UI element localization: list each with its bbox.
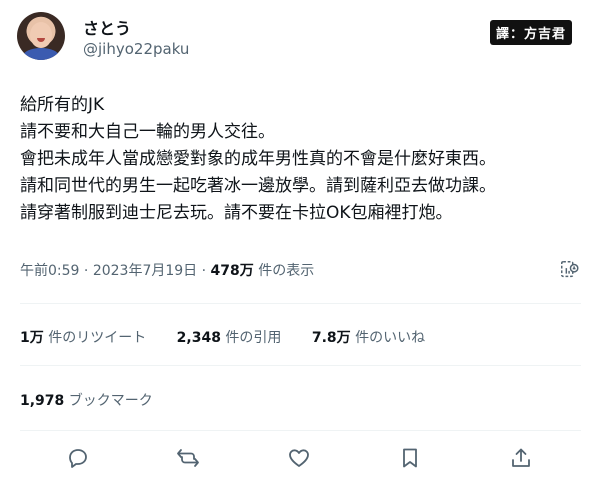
bookmark-label: ブックマーク <box>68 393 153 409</box>
share-icon[interactable] <box>507 444 535 472</box>
retweet-stat[interactable]: 1万 件のリツイート <box>20 330 146 346</box>
meta-separator: · <box>83 263 89 279</box>
tweet-meta: 午前0:59 · 2023年7月19日 · 478万 件の表示 <box>20 260 314 280</box>
analytics-icon[interactable] <box>559 259 581 281</box>
avatar-face <box>30 22 52 48</box>
retweet-label: 件のリツイート <box>48 330 147 346</box>
divider <box>20 365 581 366</box>
divider <box>20 303 581 304</box>
quote-count: 2,348 <box>176 330 221 346</box>
user-handle[interactable]: @jihyo22paku <box>83 40 189 58</box>
tweet-line: 給所有的JK <box>20 95 105 115</box>
retweet-icon[interactable] <box>174 444 202 472</box>
like-count: 7.8万 <box>311 330 351 346</box>
bookmark-stats[interactable]: 1,978 ブックマーク <box>20 390 153 410</box>
view-label: 件の表示 <box>258 263 315 279</box>
translator-badge: 譯：方吉君 <box>489 20 572 45</box>
reply-icon[interactable] <box>64 444 92 472</box>
bookmark-count: 1,978 <box>20 393 65 409</box>
meta-separator: · <box>201 263 207 279</box>
action-bar <box>0 444 598 476</box>
display-name[interactable]: さとう <box>83 15 131 39</box>
tweet-line: 請和同世代的男生一起吃著冰一邊放學。請到薩利亞去做功課。 <box>20 176 496 196</box>
tweet-line: 會把未成年人當成戀愛對象的成年男性真的不會是什麼好東西。 <box>20 149 496 169</box>
tweet-time[interactable]: 午前0:59 <box>20 263 79 279</box>
divider <box>20 430 581 431</box>
avatar[interactable] <box>17 12 65 60</box>
view-count: 478万 <box>210 263 254 279</box>
quote-label: 件の引用 <box>225 330 282 346</box>
tweet-date[interactable]: 2023年7月19日 <box>93 263 197 279</box>
engagement-stats: 1万 件のリツイート 2,348 件の引用 7.8万 件のいいね <box>20 327 451 347</box>
avatar-shirt <box>23 48 59 60</box>
quote-stat[interactable]: 2,348 件の引用 <box>177 330 282 346</box>
like-label: 件のいいね <box>355 330 426 346</box>
tweet-line: 請不要和大自己一輪的男人交往。 <box>20 122 275 142</box>
like-stat[interactable]: 7.8万 件のいいね <box>312 330 425 346</box>
tweet-line: 請穿著制服到迪士尼去玩。請不要在卡拉OK包廂裡打炮。 <box>20 203 453 223</box>
heart-icon[interactable] <box>285 444 313 472</box>
retweet-count: 1万 <box>20 330 44 346</box>
bookmark-icon[interactable] <box>396 444 424 472</box>
tweet-header: さとう @jihyo22paku 譯：方吉君 <box>17 12 582 64</box>
tweet-text: 給所有的JK 請不要和大自己一輪的男人交往。 會把未成年人當成戀愛對象的成年男性… <box>20 92 580 227</box>
